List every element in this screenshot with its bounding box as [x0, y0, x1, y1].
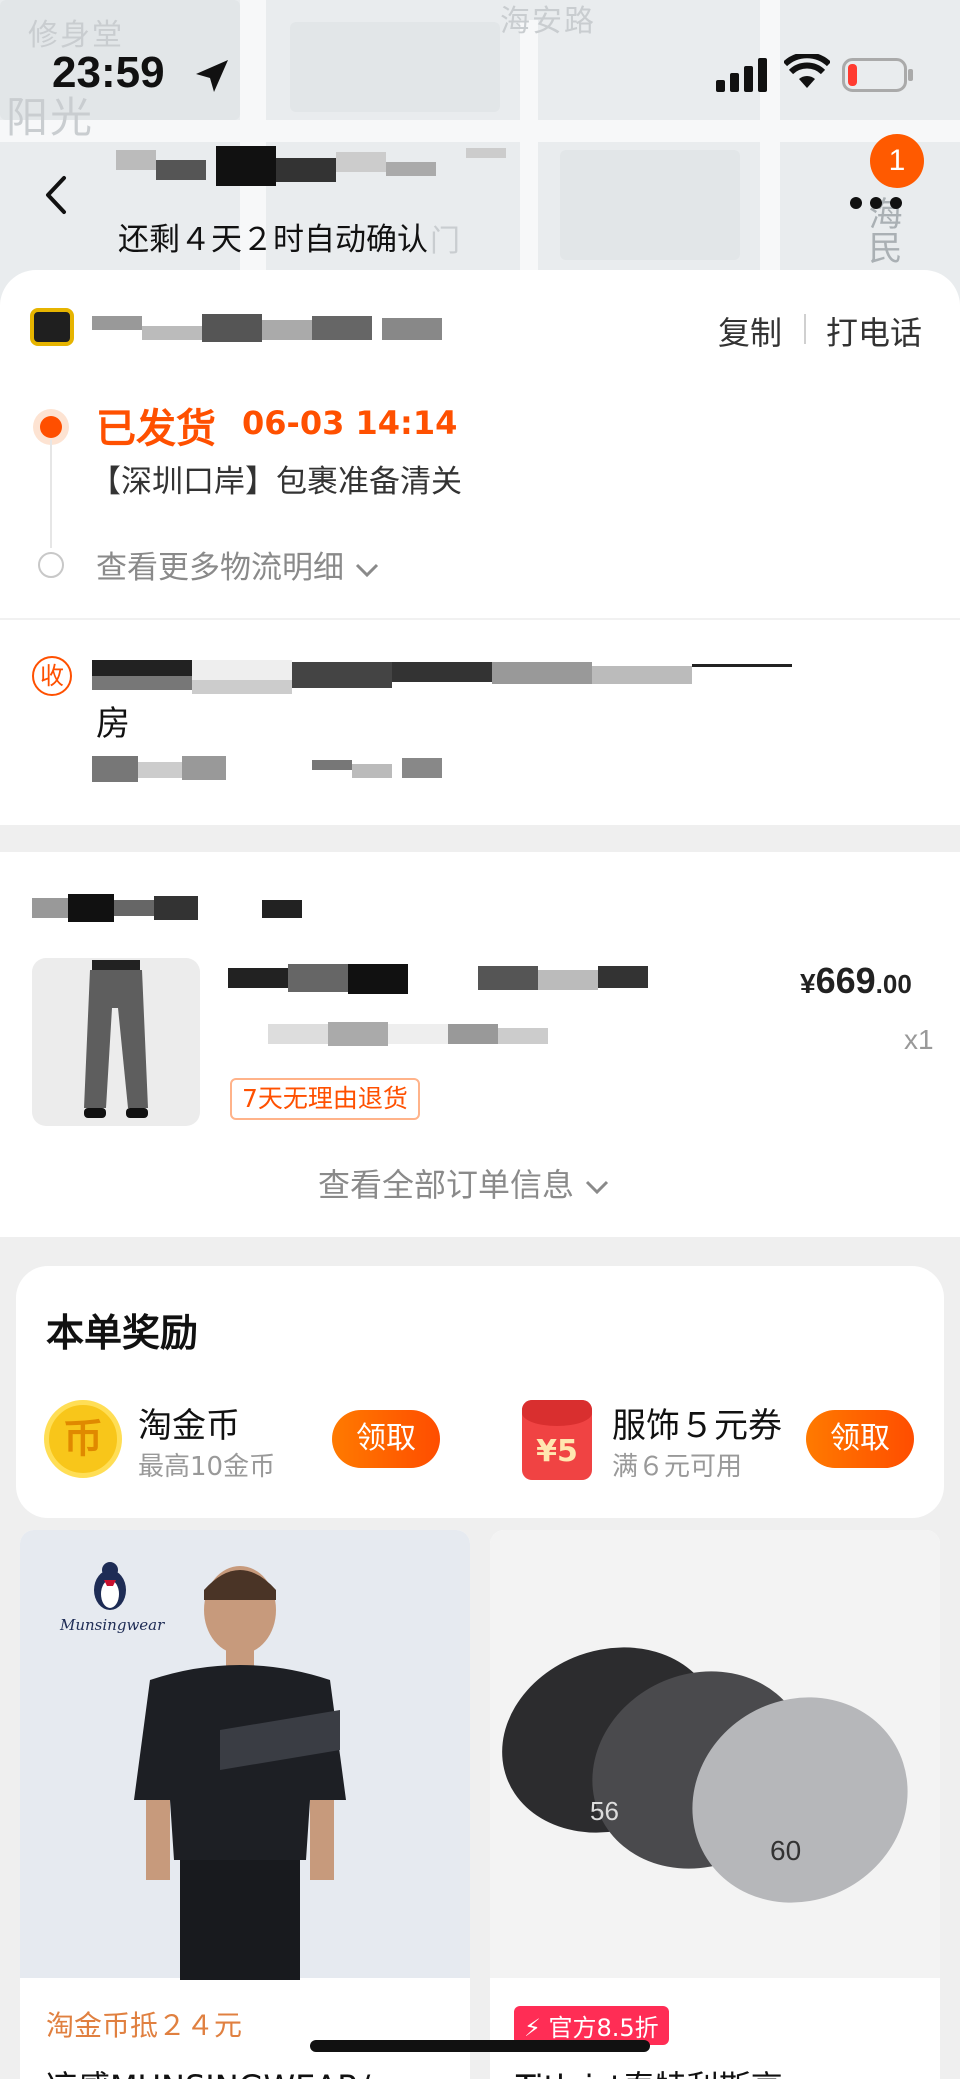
product-price: ¥669.00 [800, 960, 912, 1002]
status-time: 23:59 [52, 48, 165, 97]
location-arrow-icon [196, 60, 228, 92]
battery-icon [842, 58, 913, 92]
notification-badge[interactable]: 1 [870, 134, 924, 188]
more-options-icon[interactable] [848, 188, 904, 218]
trousers-image [84, 960, 148, 1118]
claim-coin-button[interactable]: 领取 [332, 1410, 440, 1468]
coin-discount-tag: 淘金币抵２４元 [46, 2009, 243, 2042]
redacted-product-sku [268, 1022, 548, 1046]
product-quantity: x1 [904, 1024, 934, 1055]
wifi-icon [784, 54, 830, 88]
chevron-down-icon [355, 563, 378, 577]
redacted-order-status [116, 146, 506, 186]
polo-shirt-model-image [134, 1566, 346, 1980]
more-logistics-link[interactable]: 查看更多物流明细 [96, 542, 380, 587]
price-integer: 669 [815, 960, 876, 1001]
shipping-time: 06-03 14:14 [242, 404, 458, 442]
copy-button[interactable]: 复制 [718, 308, 782, 354]
redacted-product-title [228, 964, 648, 994]
view-all-order-label: 查看全部订单信息 [318, 1166, 575, 1204]
view-all-order-info-link[interactable]: 查看全部订单信息 [318, 1160, 610, 1206]
recommendation-title: 凉感MUNSINGWEAR/ [46, 2062, 370, 2079]
coin-reward-title: 淘金币 [138, 1406, 240, 1446]
rewards-title: 本单奖励 [46, 1311, 199, 1355]
red-packet-flap [522, 1400, 592, 1426]
svg-text:56: 56 [590, 1796, 619, 1826]
auto-confirm-countdown: 还剩４天２时自动确认 [118, 222, 428, 258]
golf-wedges-image: 56 60 [502, 1647, 908, 1903]
shop-logo [30, 308, 74, 346]
redacted-receiver-phone [92, 756, 442, 782]
home-indicator[interactable] [310, 2040, 650, 2052]
divider [0, 618, 960, 620]
recommendation-title: Titleist泰特利斯高 [516, 2062, 783, 2079]
claim-coupon-button[interactable]: 领取 [806, 1410, 914, 1468]
recommendation-card[interactable]: Munsingwear 淘金币抵２４元 凉感MUNSINGWEAR/ [20, 1530, 470, 2079]
map-label: 门 [430, 224, 462, 259]
timeline-line [50, 440, 52, 548]
coupon-reward-title: 服饰５元券 [612, 1406, 782, 1446]
coin-reward-subtitle: 最高10金币 [138, 1452, 276, 1482]
back-chevron-icon[interactable] [36, 170, 76, 220]
receiver-address-room: 房 [96, 704, 130, 744]
timeline-dot-active [40, 416, 62, 438]
redacted-store-name [32, 894, 302, 922]
receiver-icon: 收 [32, 656, 72, 696]
divider [804, 314, 806, 344]
coupon-reward-subtitle: 满６元可用 [612, 1452, 743, 1482]
shipping-status: 已发货 [96, 406, 216, 452]
redacted-shop-name [92, 314, 442, 342]
svg-text:60: 60 [770, 1835, 801, 1866]
price-currency: ¥ [800, 968, 816, 999]
cellular-signal-icon [716, 58, 767, 92]
chevron-down-icon [586, 1180, 609, 1195]
red-packet-coupon-icon: ¥5 [522, 1400, 592, 1480]
coin-glyph: 币 [63, 1416, 103, 1462]
product-image: 56 60 [490, 1530, 940, 1978]
status-bar: 23:59 [0, 0, 960, 150]
return-policy-badge: 7天无理由退货 [230, 1078, 420, 1120]
product-image[interactable] [32, 958, 200, 1126]
call-button[interactable]: 打电话 [826, 308, 922, 354]
shipping-detail: 【深圳口岸】包裹准备清关 [90, 464, 462, 500]
discount-label: 官方8.5折 [548, 2014, 659, 2042]
recommendation-card[interactable]: 56 60 ⚡ 官方8.5折 Titleist泰特利斯高 [490, 1530, 940, 2079]
red-packet-value: ¥5 [536, 1434, 578, 1469]
timeline-dot-inactive [38, 552, 64, 578]
product-image: Munsingwear [20, 1530, 470, 1980]
redacted-receiver-address [92, 660, 792, 694]
price-decimal: .00 [875, 969, 912, 999]
taobao-coin-icon: 币 [44, 1400, 122, 1478]
map-block [560, 150, 740, 260]
more-logistics-label: 查看更多物流明细 [96, 550, 344, 586]
